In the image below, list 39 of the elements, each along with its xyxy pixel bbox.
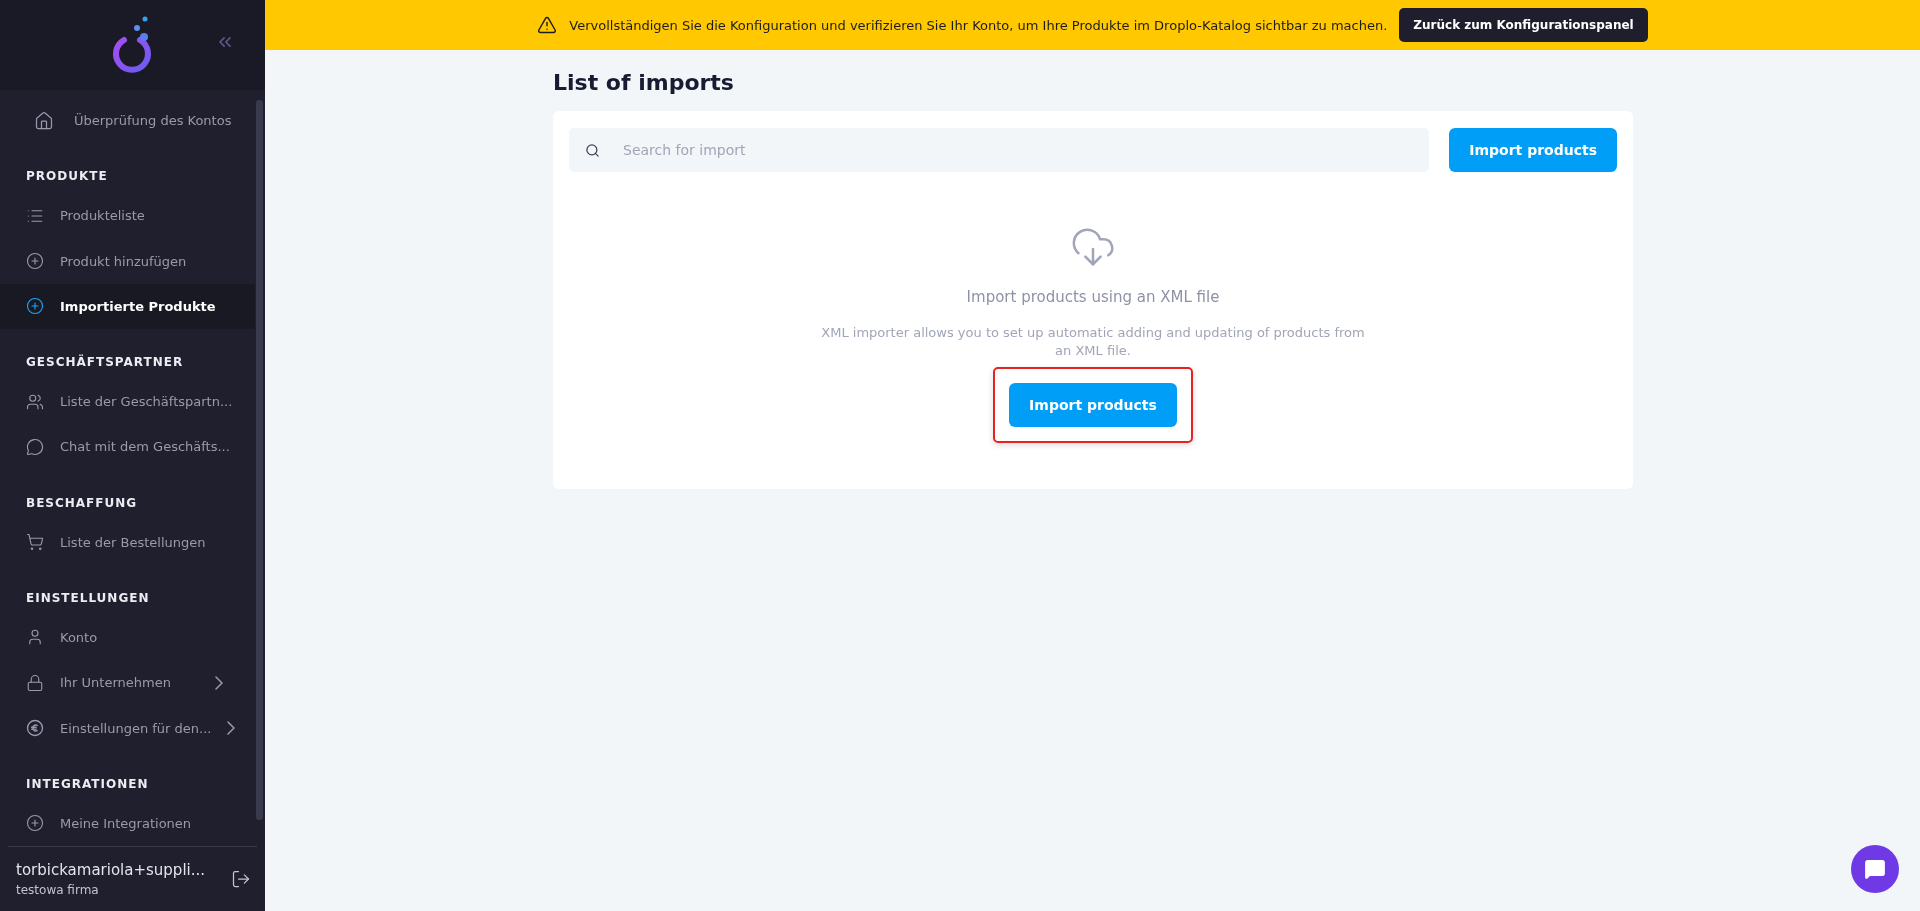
empty-state-description: XML importer allows you to set up automatic adding and updating of products from an XML file.: [820, 324, 1366, 360]
user-icon: [26, 628, 44, 647]
nav-item[interactable]: Importierte Produkte: [0, 283, 255, 330]
search-field[interactable]: Search for import: [569, 128, 1430, 172]
nav-item[interactable]: Produkteliste: [0, 193, 255, 239]
chat-button[interactable]: [1851, 845, 1899, 893]
section-heading: PRODUKTE: [25, 168, 109, 186]
section-heading: INTEGRATIONEN: [25, 775, 150, 793]
logout-icon: [231, 869, 251, 889]
nav-item[interactable]: Produkt hinzufügen: [0, 238, 255, 284]
nav-item[interactable]: Konto: [0, 614, 255, 661]
chat-bubble-icon: [1864, 858, 1886, 880]
banner-message: Vervollständigen Sie die Konfiguration und verifizieren Sie Ihr Konto, um Ihre Produkte im Droplo-Katalog sichtbar zu machen.: [569, 17, 1388, 33]
section-heading: BESCHAFFUNG: [25, 494, 139, 512]
nav-item[interactable]: Meine Integrationen: [0, 800, 255, 846]
warning-icon: [537, 15, 558, 35]
lock-icon: [26, 673, 44, 692]
plus-circle-icon: [26, 252, 44, 271]
section-heading: EINSTELLUNGEN: [25, 589, 151, 607]
company-name: testowa firma: [16, 883, 100, 897]
euro-icon: [26, 719, 44, 737]
users-icon: [26, 392, 44, 411]
empty-state-heading: Import products using an XML file: [966, 288, 1220, 306]
section-heading: GESCHÄFTSPARTNER: [25, 353, 185, 372]
nav-item[interactable]: Liste der Geschäftspartn...: [0, 379, 255, 425]
back-to-configuration-button[interactable]: Zurück zum Konfigurationspanel: [1399, 8, 1648, 42]
logout-button[interactable]: [231, 869, 251, 889]
user-name: torbickamariola+suppli...: [16, 861, 207, 879]
page-title: List of imports: [553, 70, 735, 95]
home-icon: [34, 110, 54, 131]
nav-item[interactable]: Überprüfung des Kontos: [0, 98, 255, 144]
nav-item[interactable]: Ihr Unternehmen: [0, 660, 255, 706]
cart-icon: [26, 533, 44, 552]
plus-circle-icon: [26, 814, 44, 833]
nav-item[interactable]: Chat mit dem Geschäfts...: [0, 424, 255, 470]
plus-circle-icon: [26, 297, 44, 316]
nav-item[interactable]: Liste der Bestellungen: [0, 519, 255, 565]
nav-item[interactable]: Einstellungen für den...: [0, 705, 255, 751]
chat-bubble-icon: [26, 437, 44, 456]
